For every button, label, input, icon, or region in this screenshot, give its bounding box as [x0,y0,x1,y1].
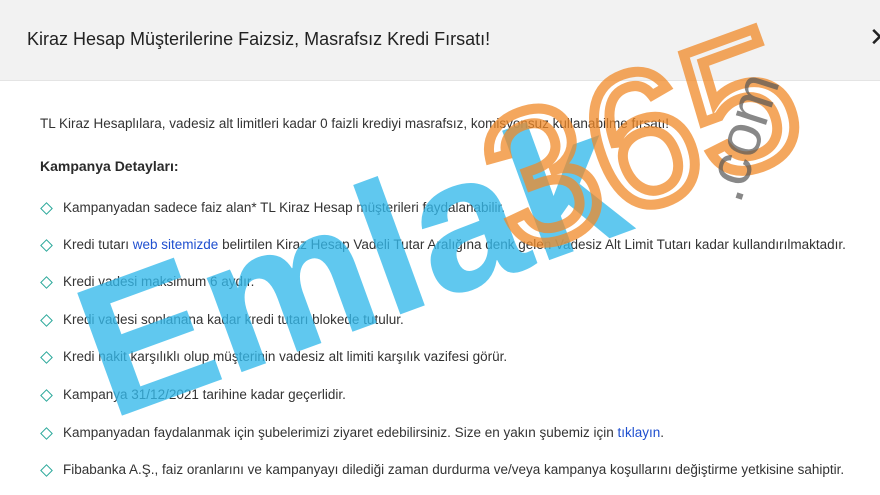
diamond-bullet-icon [40,464,53,477]
list-item: Kredi vadesi maksimum 6 aydır. [40,273,880,293]
modal-header: Kiraz Hesap Müşterilerine Faizsiz, Masra… [0,0,880,81]
diamond-bullet-icon [40,389,53,402]
campaign-intro: TL Kiraz Hesaplılara, vadesiz alt limitl… [40,116,669,131]
list-item-text: Kredi vadesi sonlanana kadar kredi tutar… [63,312,404,327]
diamond-bullet-icon [40,202,53,215]
list-item: Kampanyadan sadece faiz alan* TL Kiraz H… [40,199,880,219]
list-item: Kredi vadesi sonlanana kadar kredi tutar… [40,311,880,331]
list-item: Kredi tutarı web sitemizde belirtilen Ki… [40,236,880,256]
list-item-text: Kampanya 31/12/2021 tarihine kadar geçer… [63,387,346,402]
modal-title: Kiraz Hesap Müşterilerine Faizsiz, Masra… [27,29,491,49]
modal-content: TL Kiraz Hesaplılara, vadesiz alt limitl… [0,80,880,495]
campaign-details-title: Kampanya Detayları: [40,158,179,174]
diamond-bullet-icon [40,427,53,440]
diamond-bullet-icon [40,351,53,364]
list-item-text: Fibabanka A.Ş., faiz oranlarını ve kampa… [63,462,845,477]
list-item-text: Kredi vadesi maksimum 6 aydır. [63,274,255,289]
list-item: Kredi nakit karşılıklı olup müşterinin v… [40,348,880,368]
close-icon[interactable]: ✕ [869,24,880,50]
diamond-bullet-icon [40,239,53,252]
diamond-bullet-icon [40,276,53,289]
list-item: Kampanya 31/12/2021 tarihine kadar geçer… [40,386,880,406]
list-item-text: Kampanyadan faydalanmak için şubelerimiz… [63,425,665,440]
list-item: Fibabanka A.Ş., faiz oranlarını ve kampa… [40,461,880,481]
list-item-text: Kampanyadan sadece faiz alan* TL Kiraz H… [63,200,505,215]
list-item: Kampanyadan faydalanmak için şubelerimiz… [40,424,880,444]
web-site-link[interactable]: web sitemizde [133,237,219,252]
nearest-branch-link[interactable]: tıklayın [618,425,661,440]
list-item-text: Kredi tutarı web sitemizde belirtilen Ki… [63,237,846,252]
list-item-text: Kredi nakit karşılıklı olup müşterinin v… [63,349,508,364]
diamond-bullet-icon [40,314,53,327]
